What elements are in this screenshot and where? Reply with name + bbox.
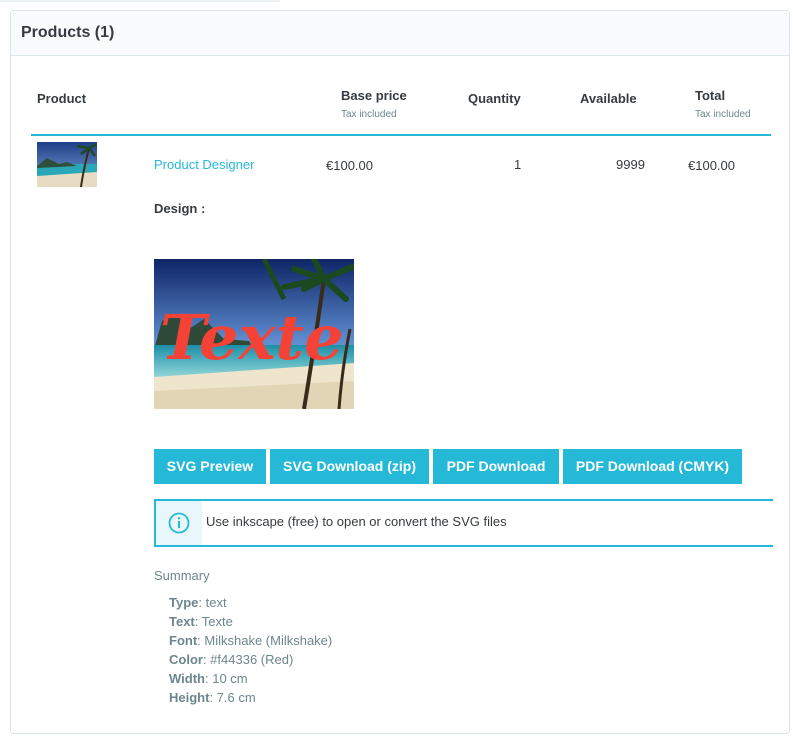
info-alert: Use inkscape (free) to open or convert t… [154, 499, 773, 547]
header-total-sub: Tax included [695, 109, 751, 120]
product-name-link[interactable]: Product Designer [154, 157, 254, 172]
header-quantity: Quantity [468, 91, 521, 106]
alert-message: Use inkscape (free) to open or convert t… [206, 514, 507, 529]
header-product: Product [37, 91, 87, 106]
header-total: Total [695, 88, 726, 103]
summary-color: Color: #f44336 (Red) [169, 652, 294, 667]
summary-text: Text: Texte [169, 614, 233, 629]
product-thumbnail [37, 142, 97, 187]
summary-title: Summary [154, 568, 210, 583]
header-base-price-sub: Tax included [341, 109, 397, 120]
product-available: 9999 [616, 157, 645, 172]
top-strip [0, 0, 280, 2]
product-quantity: 1 [514, 157, 522, 172]
summary-type: Type: text [169, 595, 227, 610]
product-price: €100.00 [326, 158, 373, 173]
products-panel: Products (1) Product Base price Tax incl… [10, 10, 790, 734]
design-label: Design : [154, 201, 206, 216]
header-divider [31, 134, 771, 136]
header-base-price: Base price [341, 88, 407, 103]
product-total: €100.00 [688, 158, 735, 173]
info-icon [168, 512, 190, 534]
pdf-download-button[interactable]: PDF Download [433, 449, 559, 484]
svg-preview-button[interactable]: SVG Preview [154, 449, 266, 484]
summary-width: Width: 10 cm [169, 671, 248, 686]
design-text: Texte [160, 301, 344, 374]
panel-title: Products (1) [11, 11, 789, 56]
pdf-download-cmyk-button[interactable]: PDF Download (CMYK) [563, 449, 742, 484]
summary-height: Height: 7.6 cm [169, 690, 256, 705]
design-preview-image: Texte [154, 259, 354, 409]
svg-download-zip-button[interactable]: SVG Download (zip) [270, 449, 429, 484]
summary-font: Font: Milkshake (Milkshake) [169, 633, 333, 648]
header-available: Available [580, 91, 637, 106]
